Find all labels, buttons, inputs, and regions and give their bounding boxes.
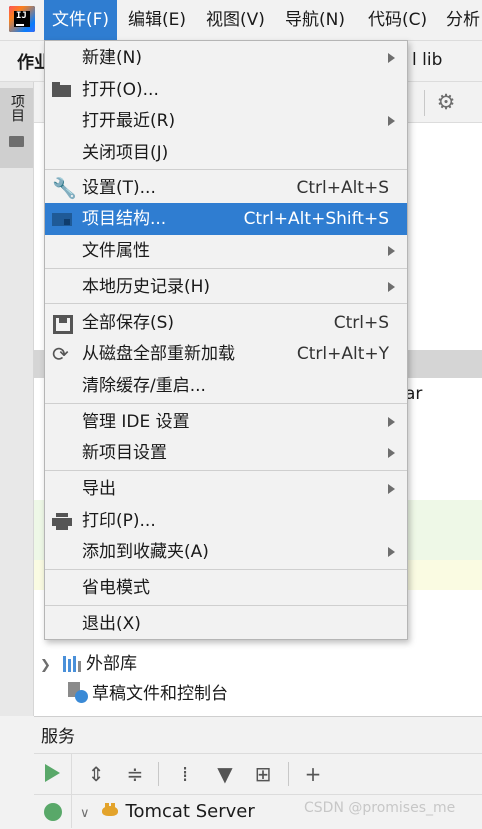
menu-item-add-to-favorites[interactable]: 添加到收藏夹(A): [45, 536, 407, 568]
menu-separator: [45, 605, 407, 606]
menu-separator: [45, 403, 407, 404]
menu-item-exit[interactable]: 退出(X): [45, 608, 407, 640]
menu-item-shortcut: Ctrl+Alt+Y: [296, 344, 389, 364]
wrench-icon: 🔧: [52, 176, 77, 200]
menu-item-settings[interactable]: 🔧 设置(T)... Ctrl+Alt+S: [45, 172, 407, 204]
menu-separator: [45, 569, 407, 570]
tomcat-icon: [100, 803, 120, 819]
toolbar-divider: [158, 762, 159, 786]
expand-all-icon[interactable]: ⇕: [83, 760, 109, 788]
menu-item-local-history[interactable]: 本地历史记录(H): [45, 271, 407, 303]
menu-item-invalidate-caches[interactable]: 清除缓存/重启...: [45, 370, 407, 402]
watermark: CSDN @promises_me: [304, 800, 456, 816]
menu-item-new-projects-setup[interactable]: 新项目设置: [45, 437, 407, 469]
menu-item-label: 打印(P)...: [82, 511, 156, 531]
print-icon: [52, 512, 72, 530]
tree-item-external-libraries[interactable]: ❯ 外部库: [40, 649, 137, 679]
menu-item-project-structure[interactable]: 项目结构... Ctrl+Alt+Shift+S: [45, 203, 407, 235]
menu-item-save-all[interactable]: 全部保存(S) Ctrl+S: [45, 307, 407, 339]
library-icon: [62, 654, 82, 672]
menu-item-label: 打开(O)...: [82, 80, 159, 100]
menu-item-manage-ide-settings[interactable]: 管理 IDE 设置: [45, 406, 407, 438]
tree-item-scratches[interactable]: 草稿文件和控制台: [40, 679, 228, 709]
services-title: 服务: [41, 727, 75, 747]
tomcat-label: Tomcat Server: [125, 801, 255, 822]
folder-open-icon: [52, 81, 72, 99]
submenu-arrow-icon: [388, 448, 395, 458]
menu-item-shortcut: Ctrl+S: [333, 313, 389, 333]
intellij-logo-icon[interactable]: IJ: [9, 6, 35, 32]
tomcat-server-node[interactable]: ∨ Tomcat Server: [80, 798, 255, 826]
submenu-arrow-icon: [388, 246, 395, 256]
breadcrumb-lib[interactable]: l lib: [412, 50, 442, 70]
menu-item-shortcut: Ctrl+Alt+Shift+S: [243, 209, 389, 229]
menu-item-label: 退出(X): [82, 614, 141, 634]
folder-icon: [9, 136, 24, 147]
project-tab-label: 项目: [9, 94, 25, 122]
tree-item-label: 外部库: [86, 654, 137, 674]
save-icon: [53, 315, 73, 334]
menu-item-label: 文件属性: [82, 241, 150, 261]
menu-item-label: 设置(T)...: [82, 178, 156, 198]
menu-separator: [45, 303, 407, 304]
menu-edit[interactable]: 编辑(E): [120, 0, 194, 40]
menu-item-label: 全部保存(S): [82, 313, 175, 333]
left-tool-strip: [0, 82, 34, 716]
new-tab-icon[interactable]: ⊞: [250, 760, 276, 788]
reload-icon: ⟳: [52, 342, 69, 366]
menu-navigate[interactable]: 导航(N): [277, 0, 353, 40]
project-structure-icon: [52, 210, 72, 228]
menu-separator: [45, 169, 407, 170]
menu-item-label: 项目结构...: [82, 209, 167, 229]
menu-item-new[interactable]: 新建(N): [45, 42, 407, 74]
menu-item-label: 管理 IDE 设置: [82, 412, 190, 432]
menu-item-label: 本地历史记录(H): [82, 277, 211, 297]
menu-item-close-project[interactable]: 关闭项目(J): [45, 137, 407, 169]
menu-item-label: 添加到收藏夹(A): [82, 542, 209, 562]
menu-view[interactable]: 视图(V): [198, 0, 273, 40]
submenu-arrow-icon: [388, 116, 395, 126]
menu-item-label: 新项目设置: [82, 443, 167, 463]
menu-item-label: 从磁盘全部重新加载: [82, 344, 235, 364]
debug-icon[interactable]: [44, 803, 62, 821]
menu-item-label: 新建(N): [82, 48, 142, 68]
menu-item-label: 关闭项目(J): [82, 143, 169, 163]
menu-analyze[interactable]: 分析: [438, 0, 482, 40]
menu-item-power-save-mode[interactable]: 省电模式: [45, 572, 407, 604]
menu-item-label: 省电模式: [82, 578, 150, 598]
submenu-arrow-icon: [388, 484, 395, 494]
menu-item-label: 导出: [82, 479, 116, 499]
menu-item-open-recent[interactable]: 打开最近(R): [45, 105, 407, 137]
add-service-icon[interactable]: +: [300, 760, 326, 788]
menu-item-file-properties[interactable]: 文件属性: [45, 235, 407, 267]
menu-item-export[interactable]: 导出: [45, 473, 407, 505]
menu-item-label: 清除缓存/重启...: [82, 376, 206, 396]
menu-item-reload-all[interactable]: ⟳ 从磁盘全部重新加载 Ctrl+Alt+Y: [45, 338, 407, 370]
menu-code[interactable]: 代码(C): [360, 0, 435, 40]
scratch-console-icon: [66, 682, 88, 704]
menu-separator: [45, 268, 407, 269]
group-by-icon[interactable]: ⁞: [172, 760, 198, 788]
filter-icon[interactable]: ▼: [212, 760, 238, 788]
run-icon[interactable]: [45, 764, 60, 782]
menu-file[interactable]: 文件(F): [44, 0, 118, 40]
header-divider: [424, 90, 425, 116]
gear-icon[interactable]: ⚙: [434, 90, 458, 114]
toolbar-divider: [288, 762, 289, 786]
tree-item-label: 草稿文件和控制台: [92, 684, 228, 704]
collapse-all-icon[interactable]: ≑: [122, 760, 148, 788]
submenu-arrow-icon: [388, 547, 395, 557]
menu-separator: [45, 470, 407, 471]
menu-item-open[interactable]: 打开(O)...: [45, 74, 407, 106]
menu-item-shortcut: Ctrl+Alt+S: [296, 178, 389, 198]
submenu-arrow-icon: [388, 282, 395, 292]
submenu-arrow-icon: [388, 53, 395, 63]
menu-item-label: 打开最近(R): [82, 111, 176, 131]
chevron-down-icon[interactable]: ∨: [80, 806, 90, 821]
file-menu-dropdown: 新建(N) 打开(O)... 打开最近(R) 关闭项目(J) 🔧 设置(T)..…: [44, 40, 408, 640]
chevron-right-icon[interactable]: ❯: [40, 651, 62, 681]
menu-item-print[interactable]: 打印(P)...: [45, 505, 407, 537]
submenu-arrow-icon: [388, 417, 395, 427]
